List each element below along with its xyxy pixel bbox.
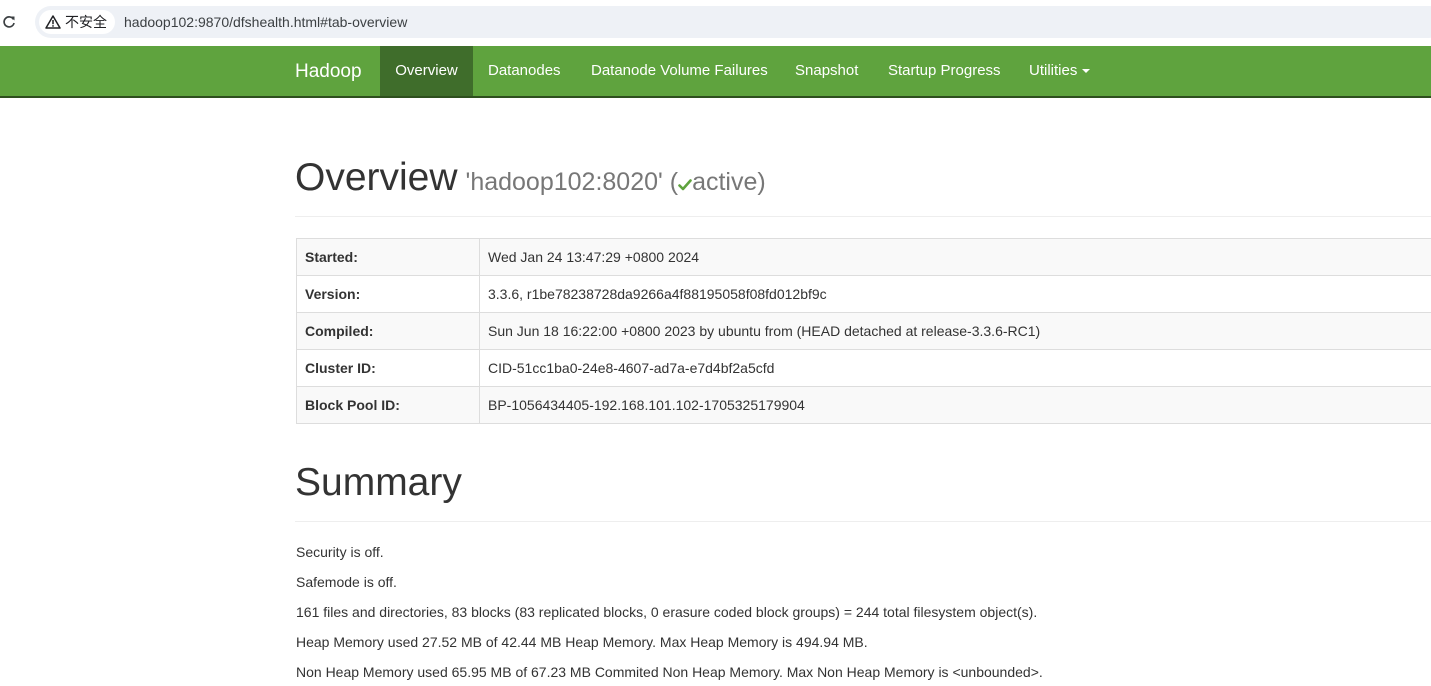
overview-table: Started: Wed Jan 24 13:47:29 +0800 2024 … [296,238,1431,424]
row-key: Cluster ID: [296,349,480,387]
summary-heap-memory: Heap Memory used 27.52 MB of 42.44 MB He… [296,634,868,650]
nav-item-datanode-volume-failures[interactable]: Datanode Volume Failures [591,46,768,96]
summary-non-heap-memory: Non Heap Memory used 65.95 MB of 67.23 M… [296,664,1043,680]
summary-filesystem-objects: 161 files and directories, 83 blocks (83… [296,604,1038,620]
summary-security: Security is off. [296,544,384,560]
navbar-brand[interactable]: Hadoop [295,61,362,83]
namenode-state: active [692,168,758,196]
nav-item-utilities-label: Utilities [1029,62,1078,79]
navbar: Hadoop Overview Datanodes Datanode Volum… [0,46,1431,98]
url-text[interactable]: hadoop102:9870/dfshealth.html#tab-overvi… [124,14,407,30]
nav-item-overview[interactable]: Overview [380,46,473,96]
row-value: CID-51cc1ba0-24e8-4607-ad7a-e7d4bf2a5cfd [479,349,1431,387]
namenode-status: 'hadoop102:8020' ( active) [466,168,766,196]
summary-title: Summary [295,461,462,504]
row-key: Block Pool ID: [296,386,480,424]
row-key: Compiled: [296,312,480,350]
overview-divider [295,216,1431,217]
row-value: 3.3.6, r1be78238728da9266a4f88195058f08f… [479,275,1431,313]
overview-title: Overview [295,156,458,199]
page-title: Overview'hadoop102:8020' ( active) [295,156,766,200]
chevron-down-icon [1082,69,1091,74]
table-row: Block Pool ID: BP-1056434405-192.168.101… [296,386,1431,424]
table-row: Cluster ID: CID-51cc1ba0-24e8-4607-ad7a-… [296,349,1431,387]
nav-item-utilities[interactable]: Utilities [1029,46,1091,96]
row-value: Sun Jun 18 16:22:00 +0800 2023 by ubuntu… [479,312,1431,350]
nav-item-datanodes[interactable]: Datanodes [488,46,561,96]
nav-item-snapshot[interactable]: Snapshot [795,46,858,96]
address-pill[interactable]: 不安全 hadoop102:9870/dfshealth.html#tab-ov… [35,6,1431,38]
row-key: Version: [296,275,480,313]
reload-icon[interactable] [2,13,16,31]
browser-address-bar: 不安全 hadoop102:9870/dfshealth.html#tab-ov… [0,0,1431,46]
warning-icon [45,15,61,29]
table-row: Compiled: Sun Jun 18 16:22:00 +0800 2023… [296,312,1431,350]
table-row: Version: 3.3.6, r1be78238728da9266a4f881… [296,275,1431,313]
nav-item-startup-progress[interactable]: Startup Progress [888,46,1001,96]
check-icon [678,170,692,199]
security-label: 不安全 [65,14,107,30]
paren-open: ( [669,168,679,196]
row-value: BP-1056434405-192.168.101.102-1705325179… [479,386,1431,424]
row-key: Started: [296,238,480,276]
summary-divider [295,521,1431,522]
row-value: Wed Jan 24 13:47:29 +0800 2024 [479,238,1431,276]
paren-close: ) [757,168,766,196]
namenode-host: 'hadoop102:8020' [465,168,663,196]
summary-safemode: Safemode is off. [296,574,397,590]
table-row: Started: Wed Jan 24 13:47:29 +0800 2024 [296,238,1431,276]
security-chip[interactable]: 不安全 [39,10,115,34]
